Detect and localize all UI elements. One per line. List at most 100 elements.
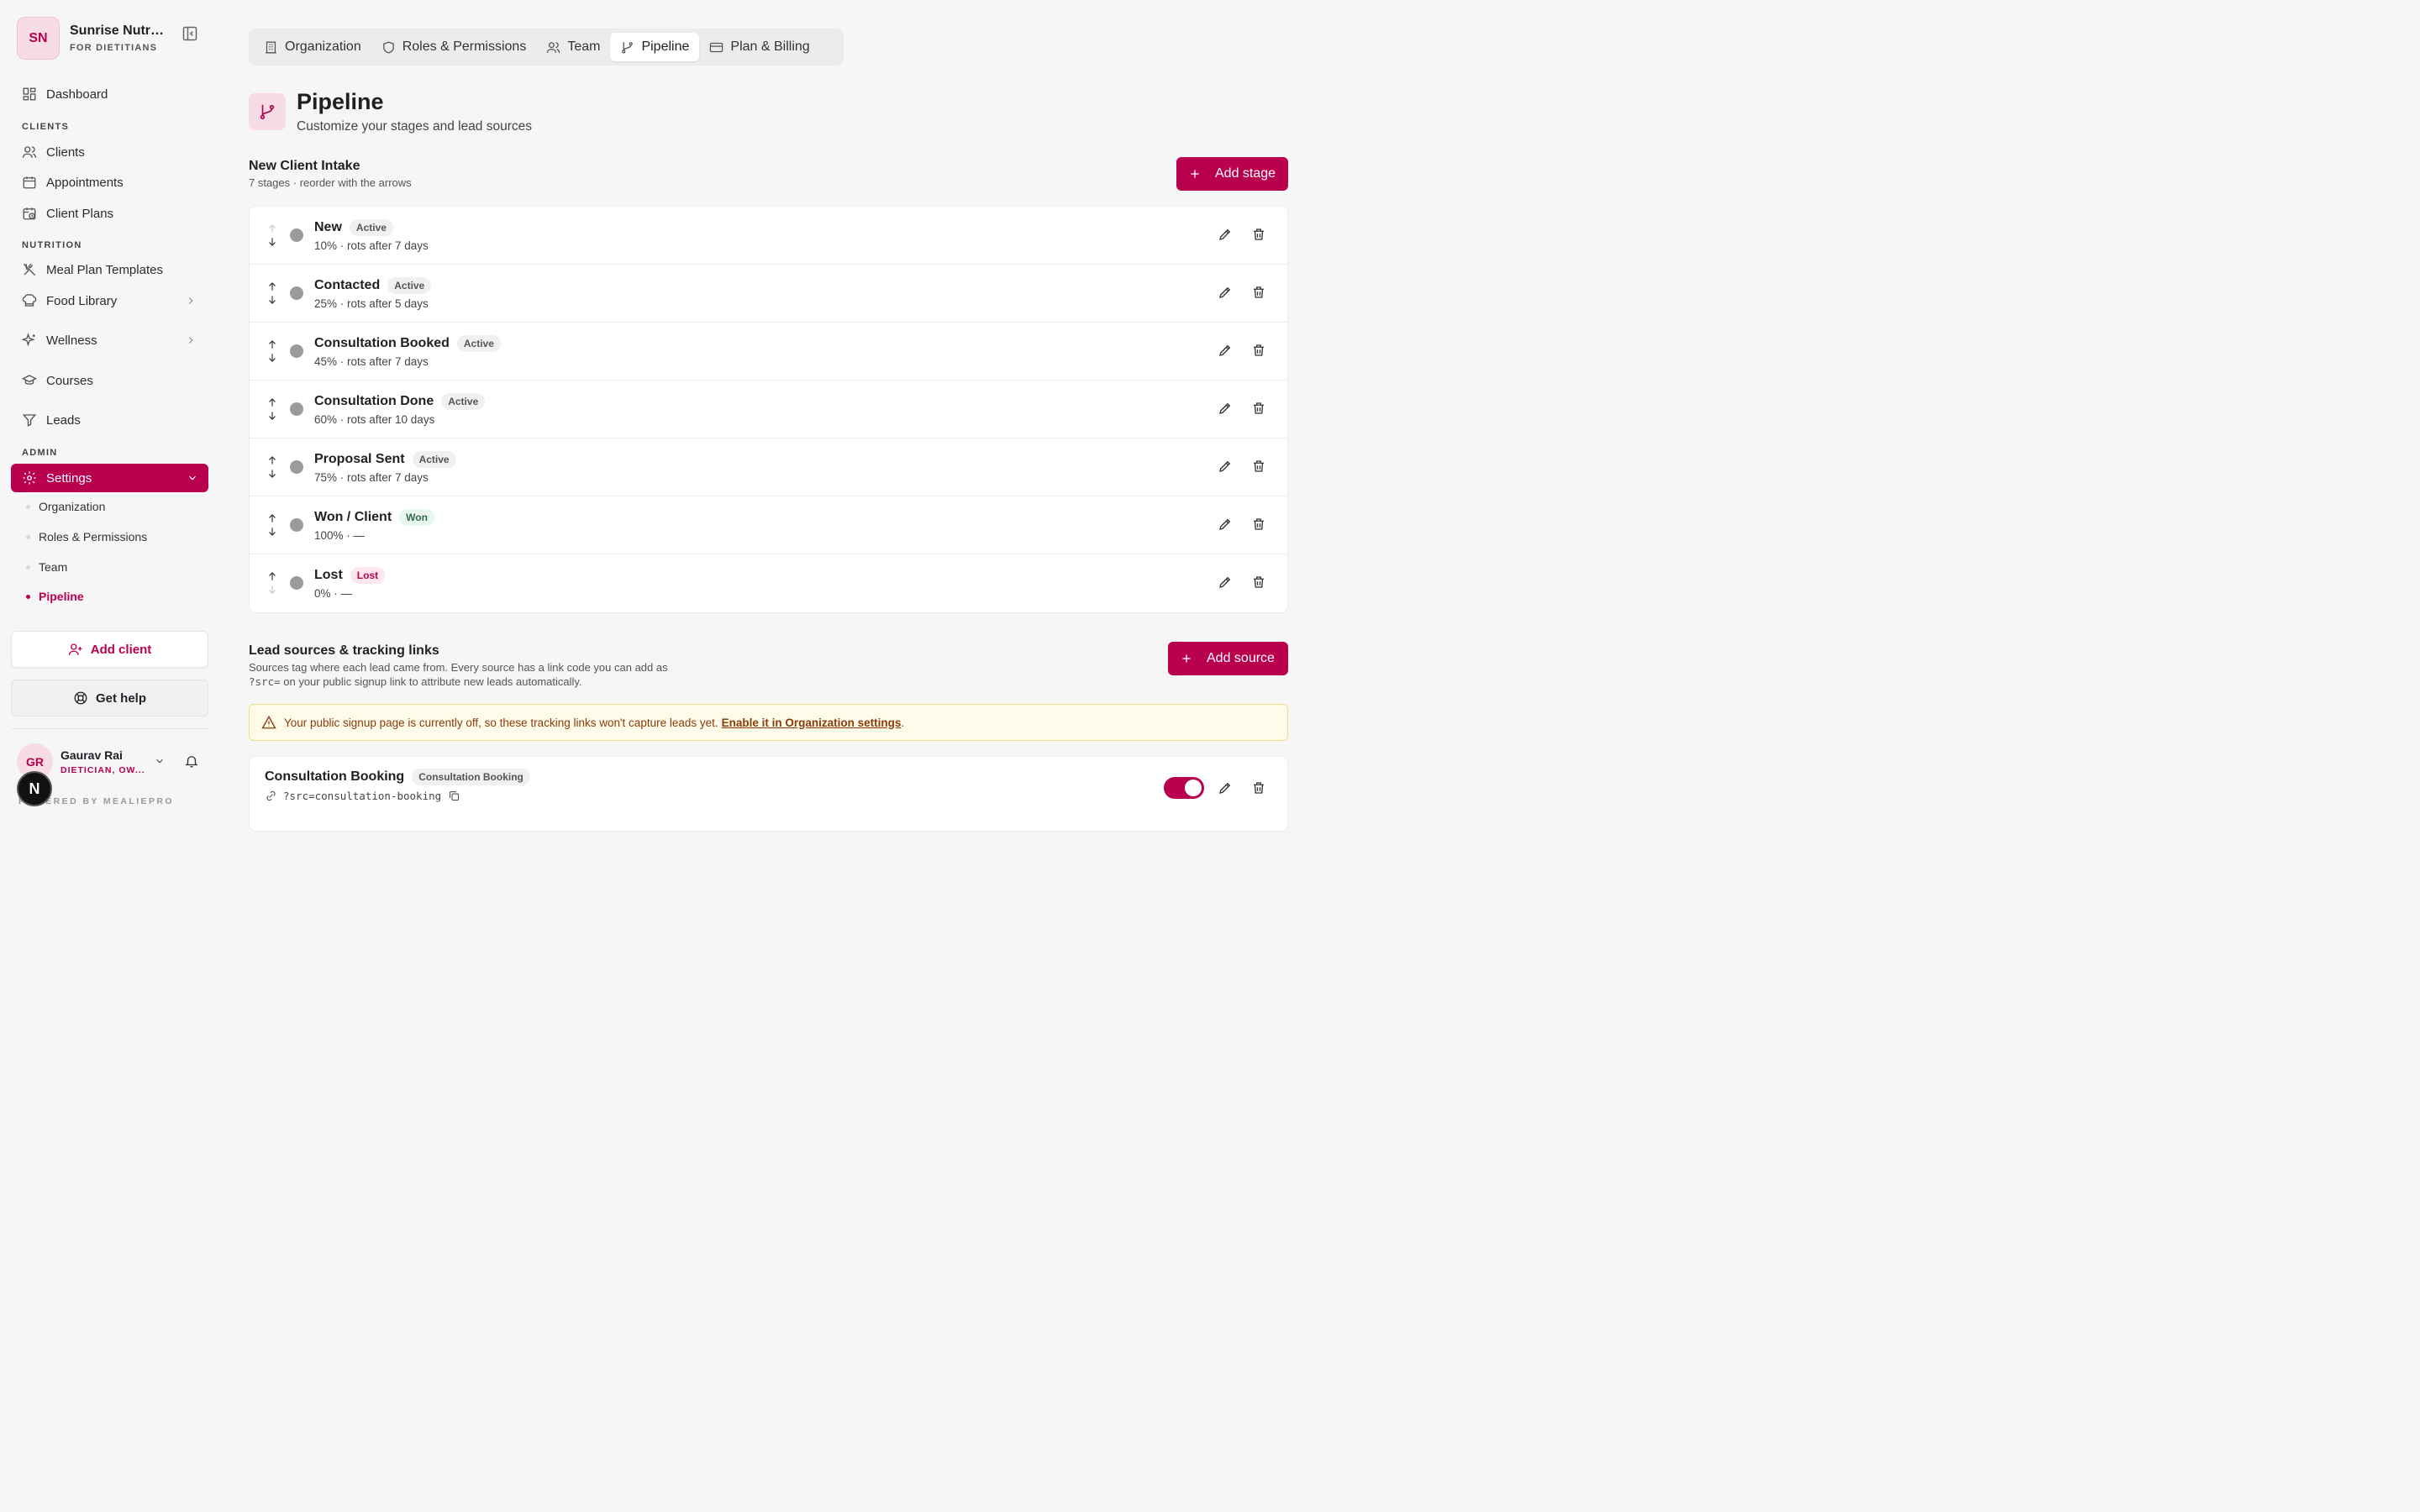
pipeline-description: 7 stages · reorder with the arrows — [249, 176, 412, 189]
tab-team[interactable]: Team — [536, 33, 610, 61]
tab-plan-billing[interactable]: Plan & Billing — [699, 33, 819, 61]
settings-tabs: Organization Roles & Permissions Team Pi… — [249, 29, 844, 66]
stage-meta: 100% · — — [314, 529, 366, 542]
pencil-icon[interactable] — [1218, 401, 1233, 416]
arrow-up-icon[interactable] — [266, 454, 278, 467]
stage-name-wrap: Consultation Done Active — [314, 393, 486, 410]
lead-sources-description: Sources tag where each lead came from. E… — [249, 660, 719, 689]
stage-meta: 60% · rots after 10 days — [314, 413, 435, 426]
sidebar-subitem-pipeline[interactable]: Pipeline — [26, 590, 84, 603]
trash-icon[interactable] — [1251, 575, 1266, 590]
sidebar-item-meal-plan-templates[interactable]: Meal Plan Templates — [22, 260, 163, 279]
chevron-right-icon[interactable] — [185, 295, 197, 307]
arrow-up-icon[interactable] — [266, 396, 278, 409]
arrow-down-icon[interactable] — [266, 525, 278, 538]
pencil-icon[interactable] — [1218, 517, 1233, 532]
sidebar-item-label: Leads — [46, 412, 81, 428]
sidebar-item-dashboard[interactable]: Dashboard — [22, 85, 108, 103]
tab-label: Roles & Permissions — [402, 39, 527, 54]
sidebar-item-appointments[interactable]: Appointments — [22, 173, 124, 192]
pencil-icon[interactable] — [1218, 459, 1233, 474]
users-icon — [546, 40, 560, 55]
trash-icon[interactable] — [1251, 227, 1266, 242]
lead-sources-desc-1: Sources tag where each lead came from. E… — [249, 661, 668, 674]
pencil-icon[interactable] — [1218, 227, 1233, 242]
stage-name: Lost — [314, 568, 343, 582]
sidebar-subitem-roles[interactable]: Roles & Permissions — [26, 530, 147, 543]
add-stage-button[interactable]: Add stage — [1176, 157, 1288, 191]
tab-roles-permissions[interactable]: Roles & Permissions — [371, 33, 537, 61]
arrow-down-icon[interactable] — [266, 235, 278, 249]
bullet-dot — [26, 504, 30, 509]
sidebar-item-leads[interactable]: Leads — [22, 411, 81, 429]
tab-label: Pipeline — [641, 39, 690, 54]
utensils-crossed-icon — [22, 262, 37, 277]
pencil-icon[interactable] — [1218, 575, 1233, 590]
sidebar-collapse-icon[interactable] — [182, 25, 198, 42]
page-subtitle: Customize your stages and lead sources — [297, 119, 533, 134]
bell-icon[interactable] — [184, 753, 199, 769]
stage-color-dot — [290, 460, 303, 474]
sidebar-subitem-organization[interactable]: Organization — [26, 500, 105, 513]
stage-meta: 10% · rots after 7 days — [314, 239, 429, 252]
source-enabled-toggle[interactable] — [1164, 777, 1204, 799]
trash-icon[interactable] — [1251, 401, 1266, 416]
add-client-button[interactable]: Add client — [11, 631, 208, 668]
stage-name: Consultation Booked — [314, 336, 450, 350]
pencil-icon[interactable] — [1218, 343, 1233, 358]
trash-icon[interactable] — [1251, 517, 1266, 532]
trash-icon[interactable] — [1251, 780, 1266, 795]
add-source-button[interactable]: Add source — [1168, 642, 1288, 675]
lead-sources-desc-2: on your public signup link to attribute … — [280, 675, 582, 688]
bullet-dot — [26, 564, 30, 570]
chevron-down-icon[interactable] — [154, 755, 166, 767]
copy-icon[interactable] — [448, 790, 460, 802]
org-avatar: SN — [17, 17, 60, 60]
add-source-label: Add source — [1207, 651, 1275, 665]
trash-icon[interactable] — [1251, 459, 1266, 474]
arrow-down-icon[interactable] — [266, 583, 278, 596]
arrow-up-icon[interactable] — [266, 512, 278, 525]
stage-color-dot — [290, 518, 303, 532]
lifebuoy-icon — [73, 690, 88, 706]
arrow-up-icon[interactable] — [266, 280, 278, 293]
sidebar-item-settings[interactable]: Settings — [11, 464, 208, 492]
arrow-down-icon[interactable] — [266, 293, 278, 307]
reorder-arrows — [266, 512, 278, 538]
sidebar-subitem-label: Roles & Permissions — [39, 530, 148, 543]
sidebar-item-courses[interactable]: Courses — [22, 371, 93, 390]
enable-signup-link[interactable]: Enable it in Organization settings — [722, 717, 902, 729]
sidebar-item-food-library[interactable]: Food Library — [22, 291, 117, 310]
sidebar-item-label: Wellness — [46, 333, 97, 348]
dev-tools-badge[interactable]: N — [17, 771, 52, 806]
chevron-right-icon[interactable] — [185, 334, 197, 346]
org-name: Sunrise Nutrition — [70, 24, 167, 38]
link-icon — [265, 790, 277, 802]
lead-sources-desc-code: ?src= — [249, 675, 281, 688]
arrow-down-icon[interactable] — [266, 467, 278, 480]
arrow-down-icon[interactable] — [266, 351, 278, 365]
trash-icon[interactable] — [1251, 343, 1266, 358]
org-switcher[interactable]: SN Sunrise Nutrition FOR DIETITIANS — [17, 17, 167, 60]
sidebar-item-label: Appointments — [46, 175, 124, 190]
sidebar-item-label: Dashboard — [46, 87, 108, 102]
sidebar-item-clients[interactable]: Clients — [22, 143, 85, 161]
tab-pipeline[interactable]: Pipeline — [610, 33, 700, 61]
pencil-icon[interactable] — [1218, 285, 1233, 300]
sidebar-item-wellness[interactable]: Wellness — [22, 331, 97, 349]
user-name: Gaurav Rai — [60, 748, 123, 762]
get-help-button[interactable]: Get help — [11, 680, 208, 717]
arrow-up-icon[interactable] — [266, 222, 278, 235]
sidebar-item-client-plans[interactable]: Client Plans — [22, 204, 113, 223]
arrow-up-icon[interactable] — [266, 570, 278, 583]
tab-organization[interactable]: Organization — [254, 33, 371, 61]
trash-icon[interactable] — [1251, 285, 1266, 300]
stage-name-wrap: Lost Lost — [314, 567, 386, 584]
add-stage-label: Add stage — [1215, 166, 1276, 181]
arrow-up-icon[interactable] — [266, 338, 278, 351]
org-subtitle: FOR DIETITIANS — [70, 43, 158, 53]
source-code: ?src=consultation-booking — [283, 790, 442, 802]
arrow-down-icon[interactable] — [266, 409, 278, 423]
pencil-icon[interactable] — [1218, 780, 1233, 795]
sidebar-subitem-team[interactable]: Team — [26, 560, 67, 574]
